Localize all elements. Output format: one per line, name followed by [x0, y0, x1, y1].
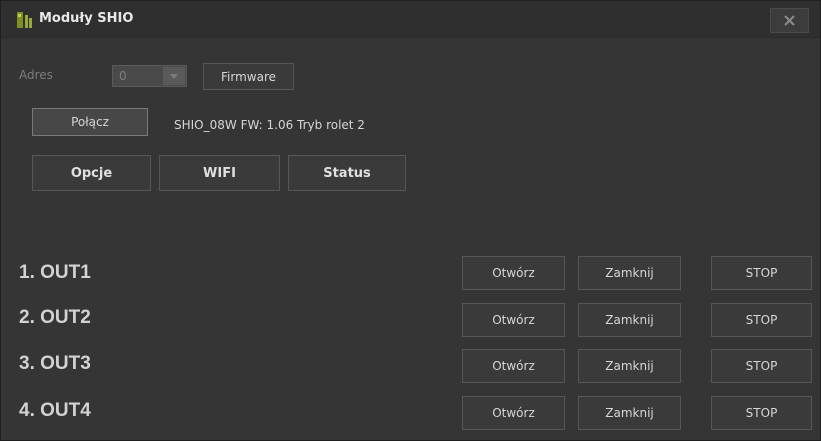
address-select[interactable]: 0: [112, 65, 187, 87]
output-label-3: 3. OUT3: [19, 353, 91, 374]
tab-wifi[interactable]: WIFI: [159, 155, 280, 191]
tab-status[interactable]: Status: [288, 155, 406, 191]
device-info: SHIO_08W FW: 1.06 Tryb rolet 2: [174, 118, 365, 132]
close-button[interactable]: [770, 8, 809, 33]
connect-button[interactable]: Połącz: [32, 108, 148, 136]
firmware-button[interactable]: Firmware: [203, 63, 294, 90]
close-shutter-button-1[interactable]: Zamknij: [578, 256, 681, 290]
close-shutter-button-2[interactable]: Zamknij: [578, 303, 681, 337]
output-label-4: 4. OUT4: [19, 400, 91, 421]
open-button-3[interactable]: Otwórz: [462, 349, 565, 383]
output-label-1: 1. OUT1: [19, 262, 91, 283]
address-value: 0: [119, 69, 127, 83]
tab-options[interactable]: Opcje: [32, 155, 151, 191]
open-button-4[interactable]: Otwórz: [462, 396, 565, 430]
address-label: Adres: [19, 68, 53, 82]
window-title: Moduły SHIO: [39, 11, 134, 26]
stop-button-1[interactable]: STOP: [711, 256, 812, 290]
chevron-down-icon[interactable]: [163, 67, 185, 85]
shio-logo-icon: [17, 12, 32, 28]
output-label-2: 2. OUT2: [19, 307, 91, 328]
open-button-2[interactable]: Otwórz: [462, 303, 565, 337]
stop-button-4[interactable]: STOP: [711, 396, 812, 430]
title-bar[interactable]: Moduły SHIO: [1, 1, 820, 38]
stop-button-3[interactable]: STOP: [711, 349, 812, 383]
close-shutter-button-3[interactable]: Zamknij: [578, 349, 681, 383]
open-button-1[interactable]: Otwórz: [462, 256, 565, 290]
stop-button-2[interactable]: STOP: [711, 303, 812, 337]
close-x-icon: [784, 11, 795, 30]
close-shutter-button-4[interactable]: Zamknij: [578, 396, 681, 430]
shio-modules-window: Moduły SHIO Adres 0 Firmware Połącz SHIO…: [0, 0, 821, 441]
